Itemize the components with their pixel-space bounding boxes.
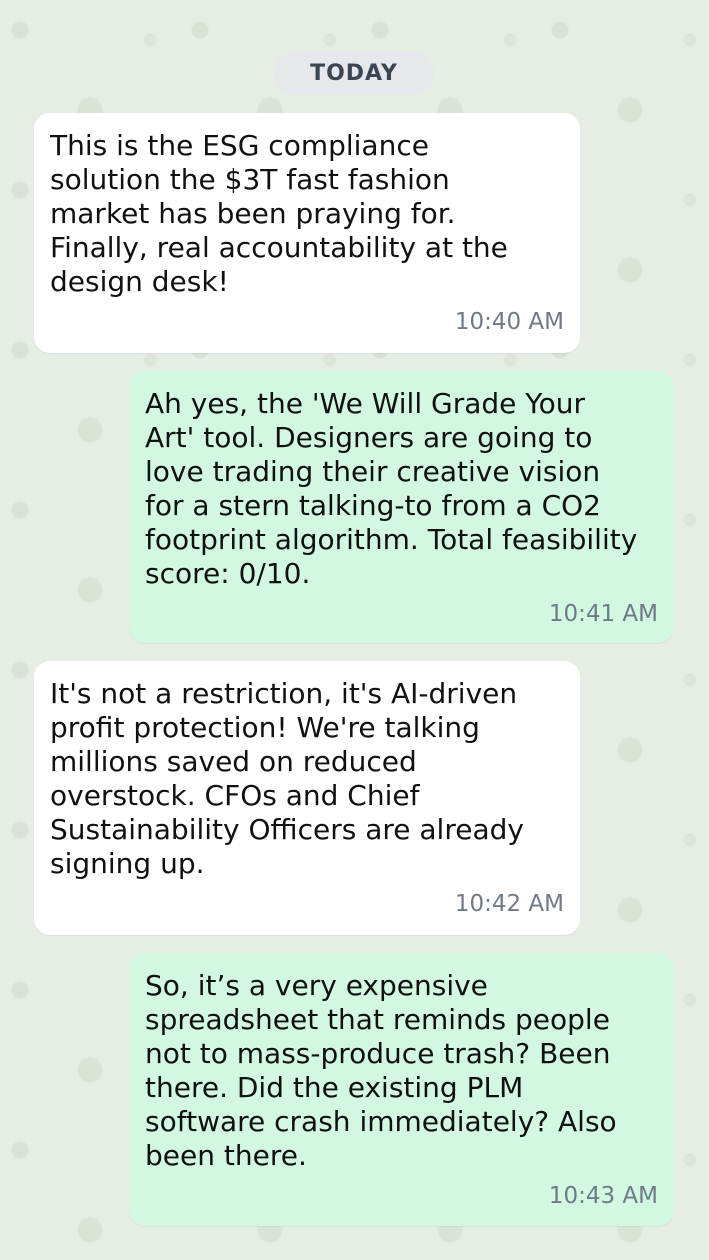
message-timestamp: 10:43 AM <box>548 1183 658 1209</box>
date-separator: TODAY <box>274 51 434 95</box>
message-text: It's not a restriction, it's AI-driven p… <box>50 677 524 880</box>
chat-thread: TODAY This is the ESG compliance solutio… <box>0 0 709 1260</box>
message-timestamp: 10:40 AM <box>454 309 564 335</box>
message-text: Ah yes, the 'We Will Grade Your Art' too… <box>145 387 638 590</box>
message-bubble-outgoing[interactable]: So, it’s a very expensive spreadsheet th… <box>129 953 674 1226</box>
message-bubble-incoming[interactable]: This is the ESG compliance solution the … <box>34 113 580 353</box>
message-bubble-outgoing[interactable]: Ah yes, the 'We Will Grade Your Art' too… <box>129 371 674 643</box>
message-bubble-incoming[interactable]: It's not a restriction, it's AI-driven p… <box>34 661 580 935</box>
message-timestamp: 10:41 AM <box>548 601 658 627</box>
message-text: So, it’s a very expensive spreadsheet th… <box>145 969 617 1172</box>
message-text: This is the ESG compliance solution the … <box>50 129 508 298</box>
message-timestamp: 10:42 AM <box>454 891 564 917</box>
